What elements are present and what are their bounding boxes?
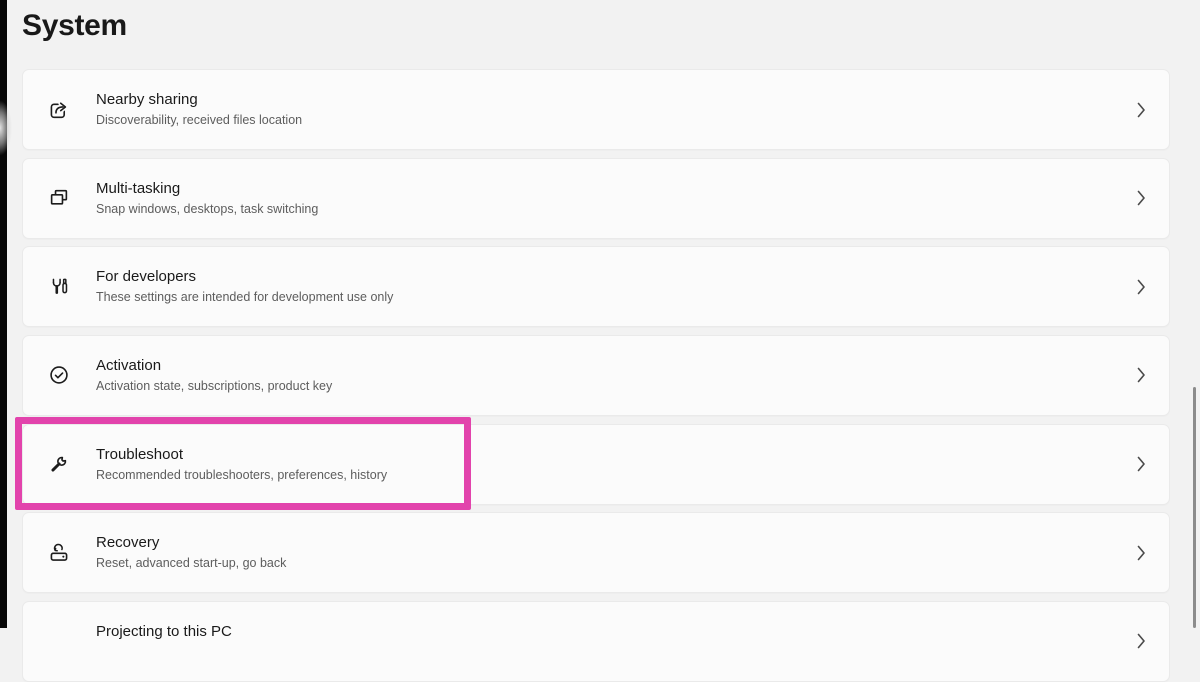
chevron-right-icon <box>1137 190 1146 206</box>
row-subtitle: Snap windows, desktops, task switching <box>96 201 318 218</box>
share-icon <box>46 97 72 123</box>
screen-edge-glow <box>0 94 24 162</box>
row-text: Troubleshoot Recommended troubleshooters… <box>96 445 387 484</box>
settings-row-activation[interactable]: Activation Activation state, subscriptio… <box>22 335 1170 416</box>
chevron-right-icon <box>1137 279 1146 295</box>
chevron-right-icon <box>1137 545 1146 561</box>
row-title: Nearby sharing <box>96 90 302 110</box>
row-title: For developers <box>96 267 393 287</box>
row-title: Projecting to this PC <box>96 622 232 642</box>
chevron-right-icon <box>1137 633 1146 649</box>
wrench-icon <box>46 451 72 477</box>
row-subtitle: Activation state, subscriptions, product… <box>96 378 332 395</box>
chevron-right-icon <box>1137 456 1146 472</box>
checkmark-circle-icon <box>46 362 72 388</box>
row-subtitle: These settings are intended for developm… <box>96 289 393 306</box>
chevron-right-icon <box>1137 367 1146 383</box>
dev-tools-icon <box>46 274 72 300</box>
settings-row-troubleshoot[interactable]: Troubleshoot Recommended troubleshooters… <box>22 424 1170 505</box>
row-text: Recovery Reset, advanced start-up, go ba… <box>96 533 286 572</box>
row-text: Projecting to this PC <box>96 622 232 661</box>
row-text: For developers These settings are intend… <box>96 267 393 306</box>
multitask-windows-icon <box>46 185 72 211</box>
page-title: System <box>22 8 127 44</box>
row-title: Multi-tasking <box>96 179 318 199</box>
settings-row-multitasking[interactable]: Multi-tasking Snap windows, desktops, ta… <box>22 158 1170 239</box>
row-title: Activation <box>96 356 332 376</box>
chevron-right-icon <box>1137 102 1146 118</box>
settings-row-projecting[interactable]: Projecting to this PC <box>22 601 1170 682</box>
projecting-icon <box>46 628 72 654</box>
recovery-drive-icon <box>46 540 72 566</box>
row-title: Troubleshoot <box>96 445 387 465</box>
row-subtitle: Discoverability, received files location <box>96 112 302 129</box>
settings-list: Nearby sharing Discoverability, received… <box>22 69 1170 628</box>
row-subtitle: Reset, advanced start-up, go back <box>96 555 286 572</box>
settings-row-for-developers[interactable]: For developers These settings are intend… <box>22 246 1170 327</box>
row-text: Activation Activation state, subscriptio… <box>96 356 332 395</box>
settings-row-recovery[interactable]: Recovery Reset, advanced start-up, go ba… <box>22 512 1170 593</box>
scrollbar-thumb[interactable] <box>1193 387 1196 628</box>
row-title: Recovery <box>96 533 286 553</box>
row-text: Multi-tasking Snap windows, desktops, ta… <box>96 179 318 218</box>
row-text: Nearby sharing Discoverability, received… <box>96 90 302 129</box>
row-subtitle <box>96 644 232 661</box>
settings-row-nearby-sharing[interactable]: Nearby sharing Discoverability, received… <box>22 69 1170 150</box>
row-subtitle: Recommended troubleshooters, preferences… <box>96 467 387 484</box>
